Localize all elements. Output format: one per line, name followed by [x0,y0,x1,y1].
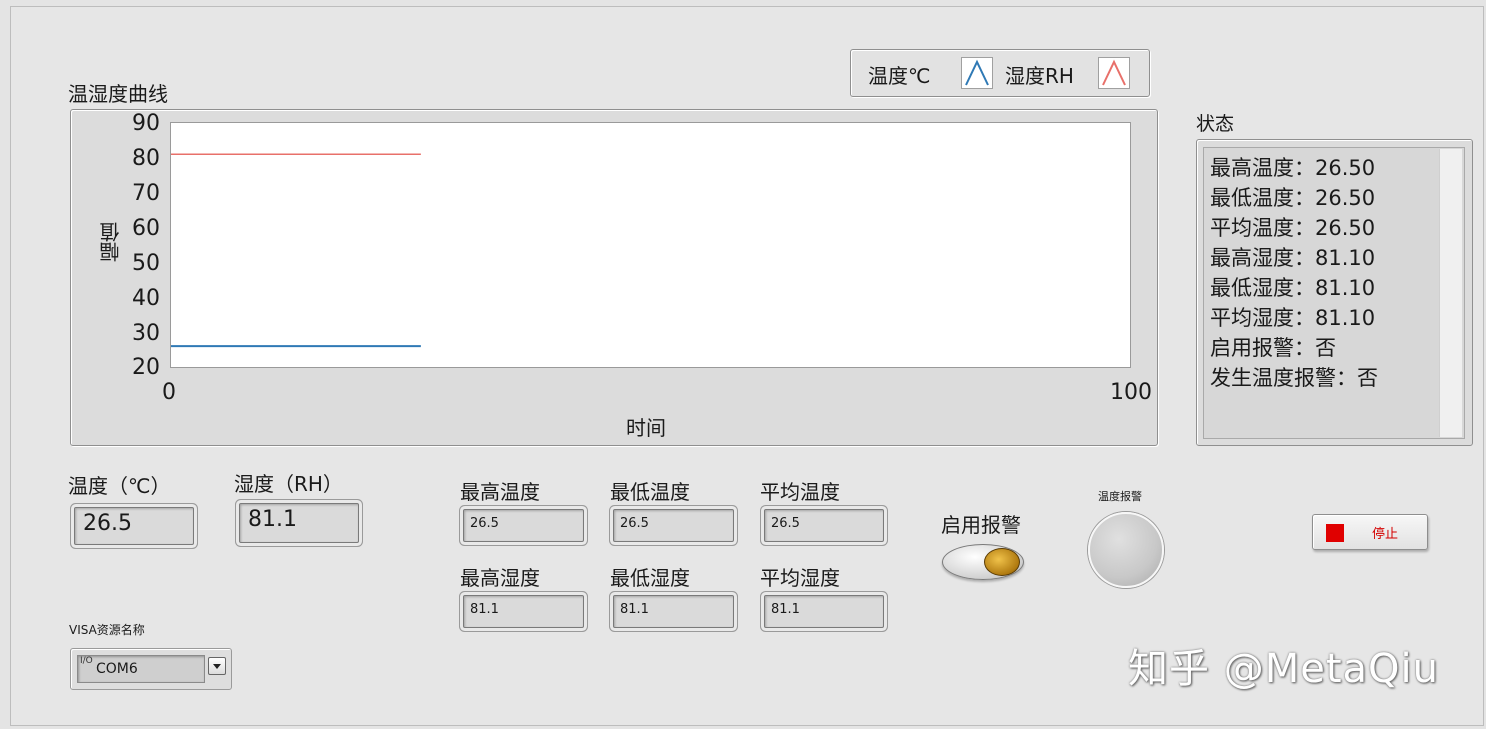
status-line: 最低湿度：81.10 [1210,276,1376,300]
status-line: 最高湿度：81.10 [1210,246,1376,270]
min-humidity-indicator: 81.1 [613,595,734,628]
stop-button-label: 停止 [1372,527,1399,542]
visa-resource-field[interactable]: COM6 [77,655,205,683]
y-tick-90: 90 [132,111,160,136]
io-icon: I/O [80,656,93,666]
y-tick-20: 20 [132,355,160,380]
status-line: 最高温度：26.50 [1210,156,1376,180]
avg-temp-indicator: 26.5 [764,509,884,542]
max-humidity-label: 最高湿度 [460,566,540,590]
x-axis-label: 时间 [626,416,666,440]
status-line: 启用报警：否 [1210,336,1336,360]
min-humidity-label: 最低湿度 [610,566,690,590]
status-scrollbar[interactable] [1439,149,1462,437]
temp-indicator: 26.5 [74,507,194,545]
humidity-indicator: 81.1 [239,503,359,543]
temp-alarm-led-label: 温度报警 [1098,490,1142,503]
y-tick-30: 30 [132,321,160,346]
visa-resource-value: COM6 [96,661,138,677]
alarm-enable-label: 启用报警 [941,513,1021,537]
avg-humidity-label: 平均湿度 [760,566,840,590]
chevron-down-icon [213,664,221,669]
y-tick-70: 70 [132,181,160,206]
alarm-switch-knob[interactable] [984,548,1020,576]
graph-title: 温湿度曲线 [68,82,168,106]
stop-icon [1326,524,1344,542]
status-line: 发生温度报警：否 [1210,366,1378,390]
temp-alarm-led [1088,512,1164,588]
humidity-label: 湿度（RH） [234,472,343,496]
avg-humidity-indicator: 81.1 [764,595,884,628]
status-line: 平均温度：26.50 [1210,216,1376,240]
avg-temp-label: 平均温度 [760,480,840,504]
max-temp-indicator: 26.5 [463,509,584,542]
plot-area[interactable] [170,122,1131,368]
legend-swatch-humidity[interactable] [1098,57,1130,89]
max-temp-label: 最高温度 [460,480,540,504]
y-tick-80: 80 [132,146,160,171]
legend-swatch-temp[interactable] [961,57,993,89]
legend-label-temp: 温度℃ [868,64,931,88]
watermark: 知乎 @MetaQiu [1128,646,1439,692]
temp-label: 温度（℃） [68,474,171,498]
status-title: 状态 [1196,113,1235,135]
visa-resource-label: VISA资源名称 [69,623,145,637]
max-humidity-indicator: 81.1 [463,595,584,628]
x-tick-100: 100 [1110,380,1152,405]
dropdown-button[interactable] [208,657,226,675]
status-line: 平均湿度：81.10 [1210,306,1376,330]
y-axis-label: 幅值 [99,222,123,262]
plot-svg [171,153,421,348]
y-tick-40: 40 [132,286,160,311]
x-tick-0: 0 [162,380,176,405]
legend-label-humidity: 湿度RH [1005,64,1074,88]
status-line: 最低温度：26.50 [1210,186,1376,210]
min-temp-indicator: 26.5 [613,509,734,542]
min-temp-label: 最低温度 [610,480,690,504]
